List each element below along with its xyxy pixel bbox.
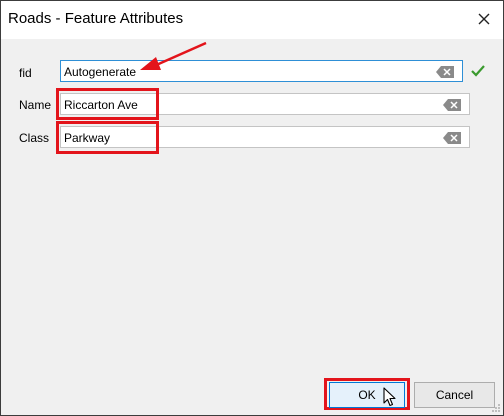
- class-value: Parkway: [64, 131, 111, 145]
- feature-attributes-dialog: Roads - Feature Attributes fid Autogener…: [0, 0, 504, 416]
- fid-field[interactable]: Autogenerate: [60, 60, 463, 82]
- class-field[interactable]: Parkway: [60, 126, 470, 148]
- clear-name-icon[interactable]: [443, 99, 461, 111]
- fid-label: fid: [19, 66, 32, 80]
- annotation-arrow-icon: [140, 41, 207, 70]
- close-icon: [478, 13, 490, 25]
- resize-grip-icon[interactable]: [491, 403, 501, 413]
- mouse-cursor-icon: [383, 387, 396, 407]
- clear-fid-icon[interactable]: [436, 66, 454, 78]
- clear-class-icon[interactable]: [443, 132, 461, 144]
- fid-value: Autogenerate: [64, 65, 137, 79]
- title-bar[interactable]: Roads - Feature Attributes: [1, 1, 503, 39]
- close-button[interactable]: [471, 7, 497, 31]
- window-title: Roads - Feature Attributes: [8, 10, 184, 27]
- name-value: Riccarton Ave: [64, 98, 138, 112]
- valid-check-icon: [471, 65, 485, 77]
- name-label: Name: [19, 98, 52, 112]
- name-field[interactable]: Riccarton Ave: [60, 93, 470, 115]
- class-label: Class: [19, 131, 50, 145]
- cancel-button[interactable]: Cancel: [414, 382, 495, 408]
